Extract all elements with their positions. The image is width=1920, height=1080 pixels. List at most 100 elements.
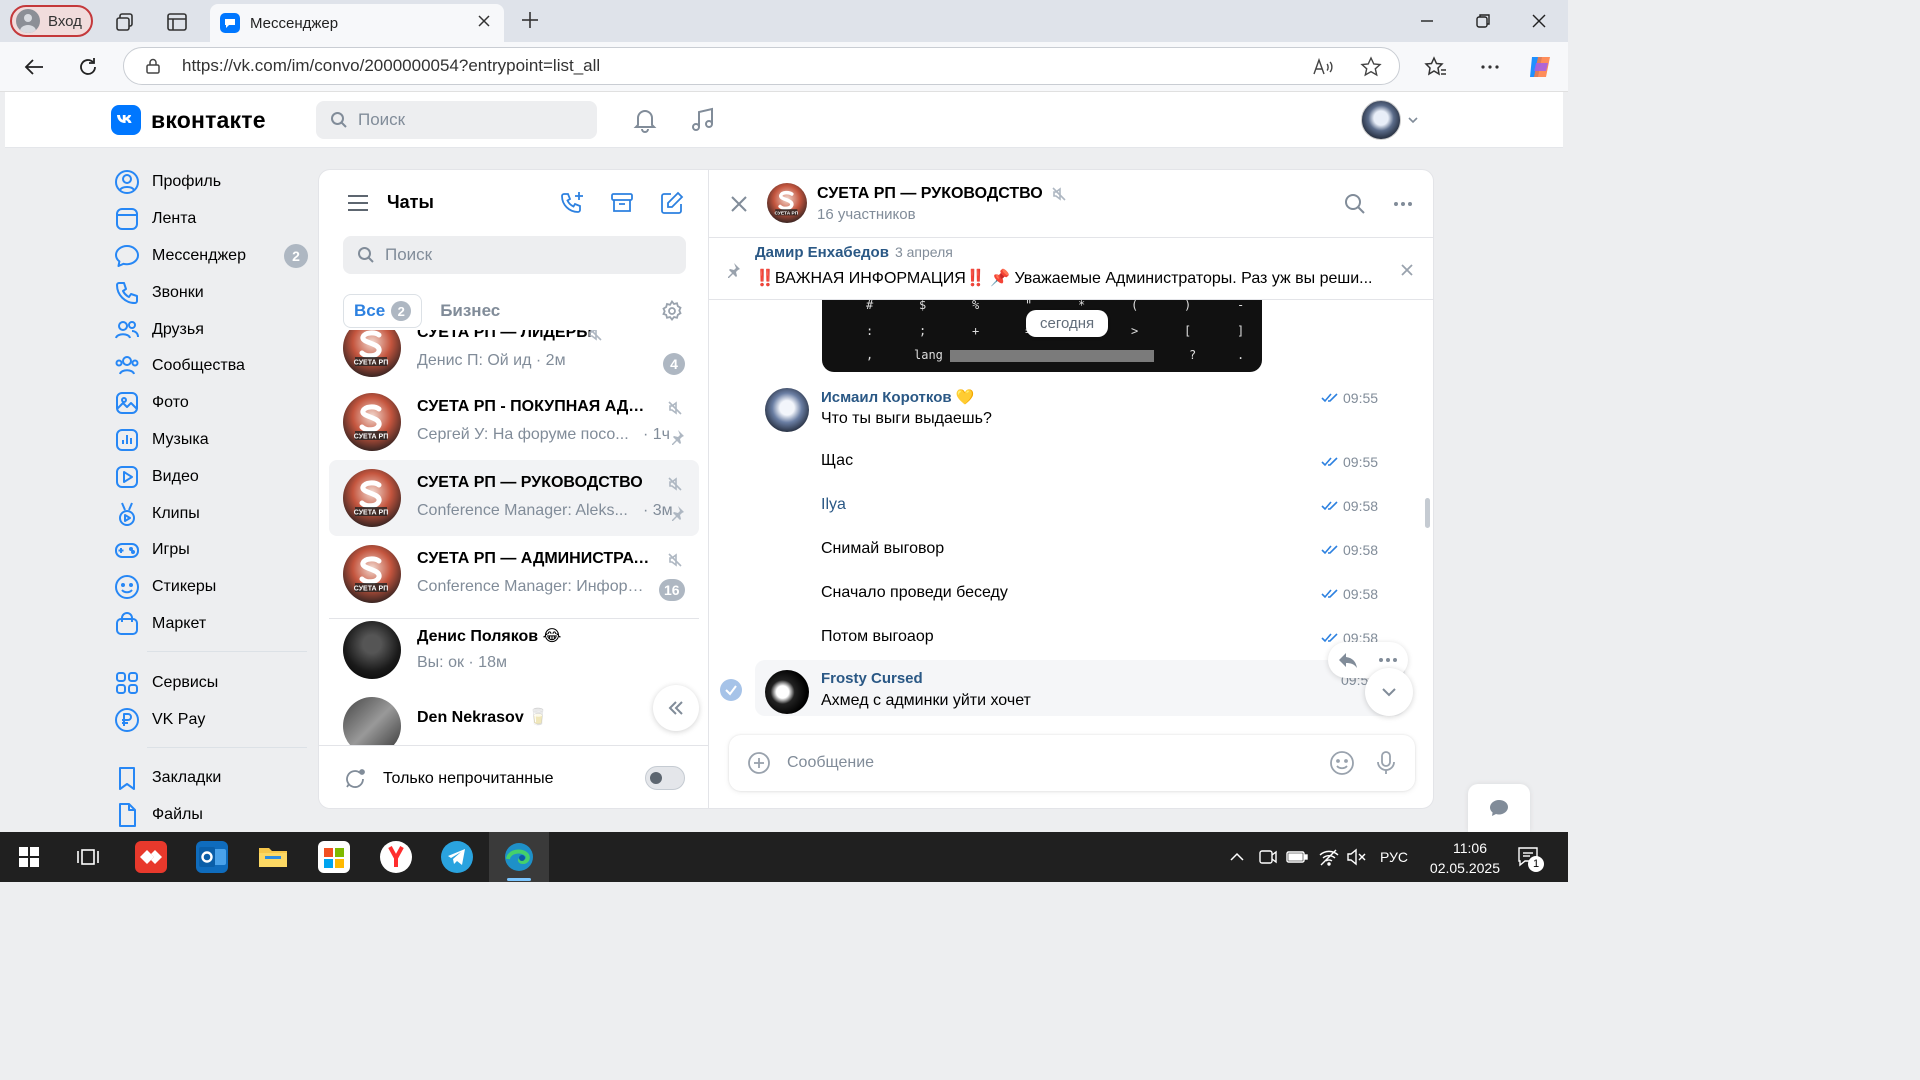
archive-icon[interactable] — [609, 190, 635, 216]
new-call-icon[interactable] — [559, 190, 585, 216]
nav-item-profile[interactable]: Профиль — [113, 164, 308, 201]
message[interactable]: Frosty Cursed Ахмед с админки уйти хочет 0… — [755, 660, 1405, 716]
restore-icon[interactable] — [1474, 12, 1492, 30]
url-field[interactable]: https://vk.com/im/convo/2000000054?entry… — [123, 47, 1400, 85]
wifi-icon[interactable] — [1318, 847, 1340, 867]
chat-list-item[interactable]: Денис Поляков 😂 Вы: ок · 18м — [329, 612, 699, 688]
meet-now-camera-icon[interactable] — [1258, 847, 1278, 867]
telegram-icon[interactable] — [441, 841, 473, 873]
nav-item-communities[interactable]: Сообщества — [113, 348, 308, 385]
attach-plus-icon[interactable] — [747, 751, 771, 775]
message-author[interactable]: Исмаил Коротков 💛 — [821, 388, 974, 406]
emoji-icon[interactable] — [1329, 750, 1355, 776]
nav-item-files[interactable]: Файлы — [113, 797, 308, 832]
messages-scrollbar[interactable] — [1425, 498, 1430, 528]
anydesk-app-icon[interactable] — [135, 841, 167, 873]
search-in-chat-icon[interactable] — [1343, 192, 1367, 216]
profile-login-button[interactable]: Вход — [10, 5, 93, 37]
nav-item-messenger[interactable]: Мессенджер 2 — [113, 238, 308, 275]
message-author[interactable]: Frosty Cursed — [821, 670, 923, 687]
message[interactable]: Потом выгоаор 09:58 — [709, 628, 1433, 654]
copilot-icon[interactable] — [1526, 53, 1554, 81]
chat-list-item[interactable]: СУЕТА РП СУЕТА РП - ПОКУПНАЯ АДМИ... Серге… — [329, 384, 699, 460]
notifications-bell-icon[interactable] — [631, 106, 659, 134]
more-options-icon[interactable] — [1391, 192, 1415, 216]
chat-list-item[interactable]: СУЕТА РП СУЕТА РП — ЛИДЕРЫ Денис П: Ой ид … — [329, 330, 699, 386]
nav-item-video[interactable]: Видео — [113, 458, 308, 495]
refresh-icon[interactable] — [76, 55, 100, 79]
task-view-icon[interactable] — [77, 846, 99, 868]
collapse-chats-button[interactable] — [653, 685, 699, 731]
clock[interactable]: 11:06 02.05.2025 — [1420, 838, 1500, 878]
chat-list-item[interactable]: СУЕТА РП СУЕТА РП — РУКОВОДСТВО Conference… — [329, 460, 699, 536]
read-aloud-icon[interactable] — [1312, 57, 1334, 77]
message[interactable]: Сначало проведи беседу 09:58 — [709, 584, 1433, 610]
unread-only-toggle[interactable] — [645, 766, 685, 790]
edge-taskbar-active[interactable] — [489, 832, 549, 882]
favorites-icon[interactable] — [1424, 55, 1448, 79]
tab-actions-icon[interactable] — [166, 11, 188, 33]
nav-item-phone[interactable]: Звонки — [113, 274, 308, 311]
close-window-icon[interactable] — [1530, 12, 1548, 30]
vk-search-input[interactable]: Поиск — [316, 101, 597, 139]
nav-item-music[interactable]: Музыка — [113, 422, 308, 459]
yandex-browser-icon[interactable] — [380, 841, 412, 873]
profile-menu[interactable] — [1361, 100, 1419, 140]
nav-item-feed[interactable]: Лента — [113, 201, 308, 238]
file-explorer-icon[interactable] — [257, 841, 289, 873]
battery-icon[interactable] — [1286, 847, 1308, 867]
chevron-up-icon[interactable] — [1228, 848, 1246, 866]
nav-item-clips[interactable]: Клипы — [113, 495, 308, 532]
new-tab-icon[interactable] — [520, 10, 540, 30]
message[interactable]: Снимай выговор 09:58 — [709, 540, 1433, 566]
browser-tab-messenger[interactable]: Мессенджер — [210, 4, 504, 42]
message[interactable]: Ilya 09:58 — [709, 496, 1433, 522]
back-icon[interactable] — [22, 55, 46, 79]
more-dots-icon[interactable] — [1378, 657, 1398, 663]
nav-item-games[interactable]: Игры — [113, 532, 308, 569]
close-conversation-icon[interactable] — [729, 194, 749, 214]
compose-icon[interactable] — [659, 190, 685, 216]
scroll-down-button[interactable] — [1365, 668, 1413, 716]
keyboard-language[interactable]: РУС — [1380, 849, 1408, 865]
nav-item-services[interactable]: Сервисы — [113, 664, 308, 701]
message[interactable]: Щас 09:55 — [709, 452, 1433, 478]
mini-chat-button[interactable] — [1468, 784, 1530, 832]
vk-logo[interactable]: вконтакте — [111, 105, 266, 135]
chat-list-item[interactable]: СУЕТА РП СУЕТА РП — АДМИНИСТРАТО... Confer… — [329, 536, 699, 612]
favorite-star-icon[interactable] — [1360, 56, 1382, 78]
message-author-avatar[interactable] — [765, 670, 809, 714]
message-input[interactable]: Сообщение — [787, 754, 1329, 772]
reply-arrow-icon[interactable] — [1338, 651, 1358, 669]
unpin-close-icon[interactable] — [1399, 262, 1415, 278]
conversation-avatar[interactable]: СУЕТА РП — [767, 183, 807, 223]
message[interactable]: Исмаил Коротков 💛 Что ты выги выдаешь? 09:… — [709, 388, 1433, 434]
pinned-message[interactable]: Дамир Енхабедов 3 апреля ‼️ВАЖНАЯ ИНФОРМ… — [709, 238, 1433, 300]
nav-item-bookmarks[interactable]: Закладки — [113, 760, 308, 797]
close-tab-icon[interactable] — [476, 13, 492, 29]
nav-item-market[interactable]: Маркет — [113, 606, 308, 643]
more-menu-icon[interactable] — [1478, 55, 1502, 79]
message-select-check-icon[interactable] — [719, 678, 743, 702]
nav-item-friends[interactable]: Друзья — [113, 311, 308, 348]
chat-list-item[interactable]: Den Nekrasov 🥛 — [329, 688, 699, 745]
minimize-icon[interactable] — [1418, 12, 1436, 30]
volume-muted-icon[interactable] — [1346, 847, 1366, 867]
windows-start-icon[interactable] — [19, 847, 39, 867]
message-author-avatar[interactable] — [765, 388, 809, 432]
microphone-icon[interactable] — [1375, 750, 1397, 776]
workspaces-icon[interactable] — [114, 11, 136, 33]
pinned-author[interactable]: Дамир Енхабедов — [755, 244, 889, 261]
nav-item-photo[interactable]: Фото — [113, 385, 308, 422]
outlook-app-icon[interactable] — [196, 841, 228, 873]
nav-item-stickers[interactable]: Стикеры — [113, 569, 308, 606]
lock-icon[interactable] — [144, 57, 162, 75]
nav-item-vkpay[interactable]: VK Pay — [113, 701, 308, 738]
tab-all[interactable]: Все 2 — [343, 294, 423, 328]
tab-business[interactable]: Бизнес — [440, 301, 500, 321]
conversation-subtitle[interactable]: 16 участников — [817, 206, 916, 223]
settings-gear-icon[interactable] — [661, 300, 683, 322]
microsoft-store-icon[interactable] — [318, 841, 350, 873]
music-note-icon[interactable] — [689, 106, 717, 134]
hamburger-menu-icon[interactable] — [347, 194, 369, 212]
